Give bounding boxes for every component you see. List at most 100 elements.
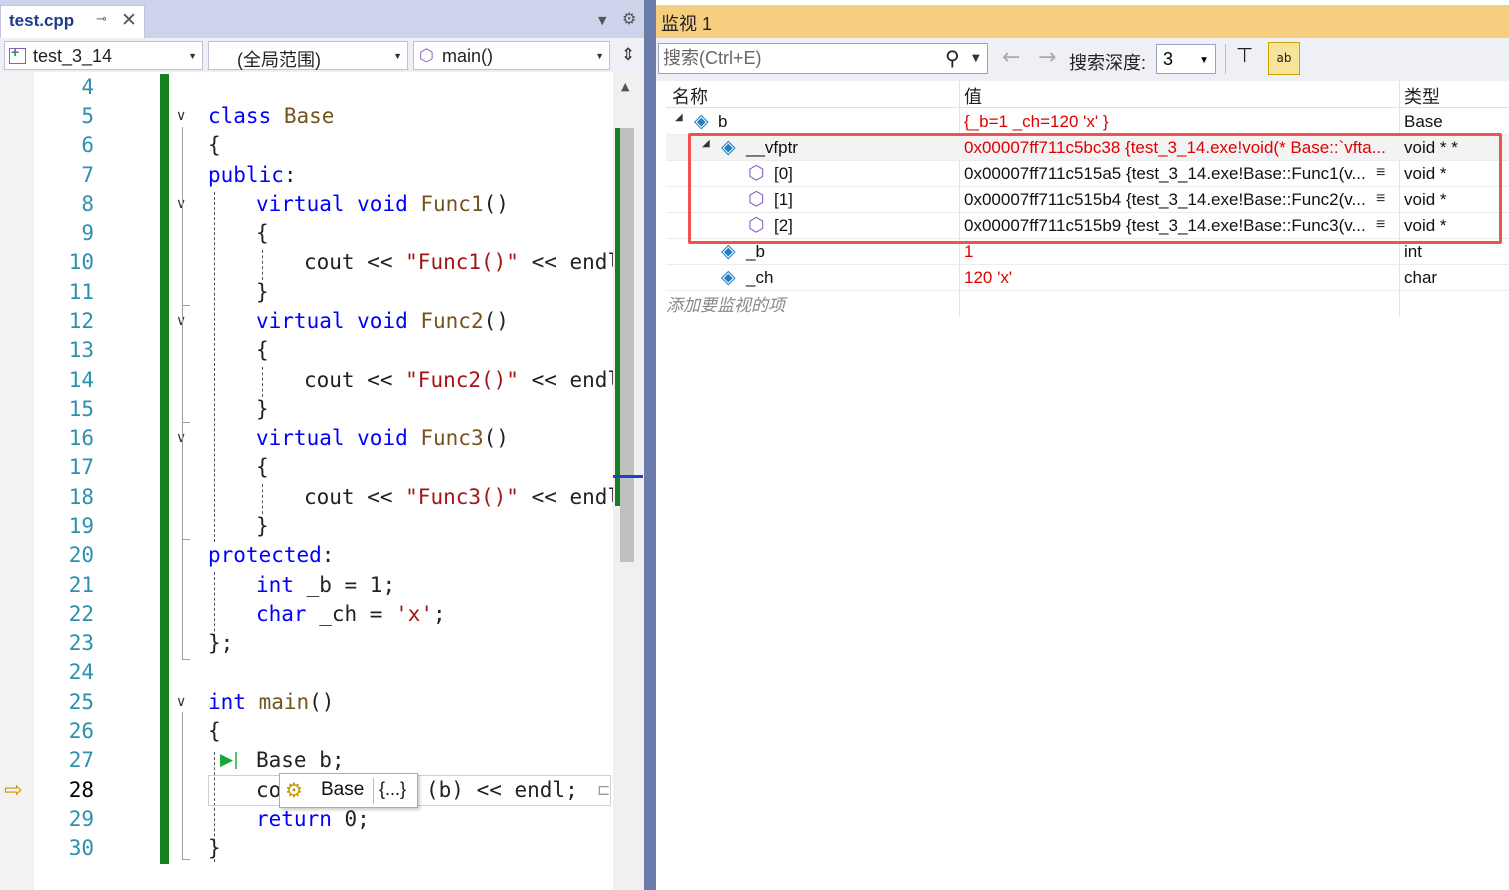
punct: :: [283, 163, 297, 187]
keyword: void: [344, 426, 408, 450]
scroll-up-icon[interactable]: ▲: [621, 80, 629, 93]
line-number: 13: [68, 338, 94, 362]
line-number: 12: [68, 309, 94, 333]
line-number: 21: [68, 573, 94, 597]
watch-title-bar[interactable]: 监视 1: [656, 5, 1509, 38]
fold-guide-end: [182, 659, 190, 660]
cube-icon: ⬡: [419, 46, 434, 65]
pin-icon[interactable]: ⊸: [96, 12, 107, 27]
watch-row[interactable]: ◢ ◈ b {_b=1 _ch=120 'x' } Base: [666, 109, 1509, 135]
column-header-value[interactable]: 值: [964, 83, 982, 109]
execution-pointer-icon[interactable]: ⇨: [4, 778, 22, 803]
code-line: int main(): [208, 690, 334, 714]
class-name: Base: [271, 104, 335, 128]
watch-row[interactable]: ◈ _ch 120 'x' char: [666, 265, 1509, 291]
collapse-icon[interactable]: ◢: [675, 112, 683, 123]
fold-guide-end: [182, 422, 190, 423]
split-icon[interactable]: ⇕: [617, 41, 639, 70]
punct: :: [321, 543, 335, 567]
pin-icon[interactable]: ⊏: [597, 780, 610, 799]
protected-field-icon: ◈: [721, 267, 736, 288]
line-number: 19: [68, 514, 94, 538]
run-to-click-icon[interactable]: ▶|: [220, 750, 239, 770]
code-editor: test.cpp ⊸ ✕ ▼ ⚙ test_3_14 ▼ (全局范围) ▼ ⬡ …: [0, 0, 644, 890]
tab-filename: test.cpp: [9, 11, 75, 30]
code-line: {: [256, 455, 269, 479]
column-header-type[interactable]: 类型: [1404, 83, 1440, 109]
hex-display-toggle-icon[interactable]: ab: [1268, 42, 1300, 75]
code-line: char _ch = 'x';: [256, 602, 446, 626]
watch-row-value[interactable]: {_b=1 _ch=120 'x' }: [964, 112, 1397, 132]
line-number-current: 28: [68, 778, 94, 802]
toolbar-separator: [1225, 44, 1226, 74]
line-number: 26: [68, 719, 94, 743]
tab-test-cpp[interactable]: test.cpp ⊸ ✕: [0, 5, 145, 38]
search-depth-dropdown[interactable]: 3 ▼: [1156, 44, 1216, 74]
line-number: 27: [68, 748, 94, 772]
code-line: }: [256, 280, 269, 304]
object-icon: ◈: [694, 111, 709, 132]
keyword: void: [344, 192, 408, 216]
vertical-scrollbar[interactable]: ▲: [613, 72, 644, 890]
watch-row-value[interactable]: 1: [964, 242, 1397, 262]
pane-splitter[interactable]: [644, 0, 656, 890]
code-text: _b = 1;: [293, 573, 396, 597]
punct: (): [483, 426, 509, 450]
back-arrow-icon[interactable]: ←: [1002, 45, 1020, 70]
search-depth-value: 3: [1163, 49, 1174, 69]
watch-row-name: _b: [746, 242, 765, 261]
code-line: cout << "Func1()" << endl;: [304, 250, 633, 274]
line-number: 5: [81, 104, 94, 128]
editor-tab-bar: test.cpp ⊸ ✕ ▼ ⚙: [0, 0, 644, 38]
function-name: Func1: [407, 192, 484, 216]
keyword: protected: [208, 543, 322, 567]
line-number: 10: [68, 250, 94, 274]
chevron-down-icon[interactable]: ▼: [598, 14, 606, 27]
code-line: class Base: [208, 104, 334, 128]
code-line: {: [208, 719, 221, 743]
code-line: virtual void Func3(): [256, 426, 509, 450]
keyword: void: [344, 309, 408, 333]
gear-icon[interactable]: ⚙: [622, 9, 636, 28]
code-text: 0;: [331, 807, 370, 831]
watch-search-box[interactable]: ⚲ ▼: [658, 43, 988, 74]
fold-toggle-icon[interactable]: ∨: [176, 108, 186, 124]
indent-guide: [262, 250, 263, 280]
line-number: 29: [68, 807, 94, 831]
chevron-down-icon: ▼: [1199, 55, 1209, 66]
watch-search-input[interactable]: [663, 47, 933, 70]
line-number: 23: [68, 631, 94, 655]
function-name: main: [245, 690, 310, 714]
navigation-bar: test_3_14 ▼ (全局范围) ▼ ⬡ main() ▼ ⇕: [0, 38, 644, 72]
line-number: 14: [68, 368, 94, 392]
project-dropdown[interactable]: test_3_14 ▼: [4, 41, 203, 70]
column-header-name[interactable]: 名称: [672, 83, 708, 109]
datatip[interactable]: ⚙ Base {...}: [279, 773, 418, 808]
punct: (): [309, 690, 335, 714]
line-number: 9: [81, 221, 94, 245]
member-dropdown[interactable]: ⬡ main() ▼: [413, 41, 610, 70]
forward-arrow-icon[interactable]: →: [1038, 45, 1056, 70]
watch-toolbar: ⚲ ▼ ← → 搜索深度: 3 ▼ ⊤ ab: [656, 38, 1509, 81]
fold-guide-end: [182, 539, 190, 540]
code-line: }: [256, 397, 269, 421]
watch-row-value[interactable]: 120 'x': [964, 268, 1397, 288]
add-watch-item[interactable]: 添加要监视的项: [666, 291, 785, 316]
chevron-down-icon: ▼: [393, 51, 402, 61]
scrollbar-thumb[interactable]: [620, 128, 634, 562]
ide-window: { "editor": { "tab": {"filename": "test.…: [0, 0, 1509, 890]
pin-icon[interactable]: ⊤: [1236, 43, 1253, 67]
line-number: 24: [68, 660, 94, 684]
datatip-value[interactable]: {...}: [379, 779, 406, 800]
search-icon[interactable]: ⚲: [945, 46, 960, 70]
code-area[interactable]: 4 5 6 7 8 9 10 11 12 13 14 15 16 17 18 1…: [0, 72, 644, 890]
close-icon[interactable]: ✕: [121, 9, 137, 31]
watch-row-type: int: [1404, 242, 1422, 261]
code-line: cout << "Func2()" << endl;: [304, 368, 633, 392]
datatip-separator: [373, 778, 374, 804]
code-line: virtual void Func1(): [256, 192, 509, 216]
scope-dropdown[interactable]: (全局范围) ▼: [208, 41, 408, 70]
fold-toggle-icon[interactable]: ∨: [176, 694, 186, 710]
keyword: return: [256, 807, 332, 831]
chevron-down-icon[interactable]: ▼: [972, 53, 980, 64]
